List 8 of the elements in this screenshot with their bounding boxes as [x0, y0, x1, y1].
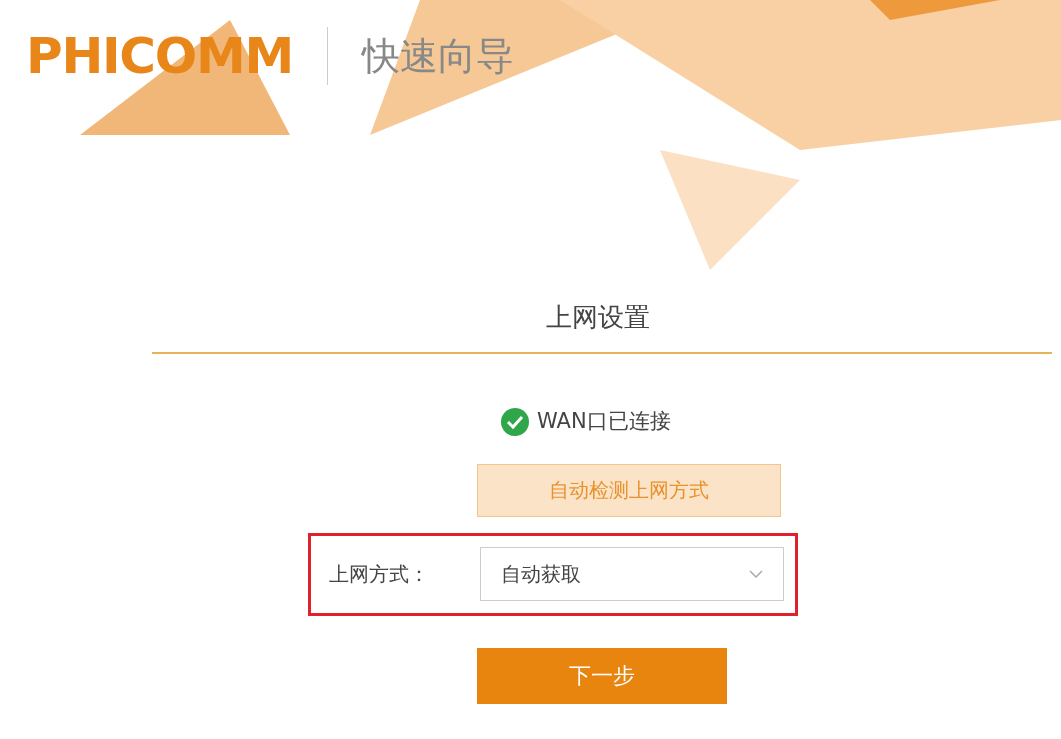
- page-title: 快速向导: [362, 37, 515, 75]
- status-text: WAN口已连接: [537, 408, 671, 435]
- caret-icon: [749, 570, 763, 578]
- detect-button[interactable]: 自动检测上网方式: [477, 463, 781, 517]
- next-button[interactable]: 下一步: [477, 647, 727, 704]
- section-title: 上网设置: [546, 304, 650, 330]
- connection-type-select[interactable]: 自动获取: [480, 547, 784, 601]
- field-label: 上网方式：: [329, 561, 430, 588]
